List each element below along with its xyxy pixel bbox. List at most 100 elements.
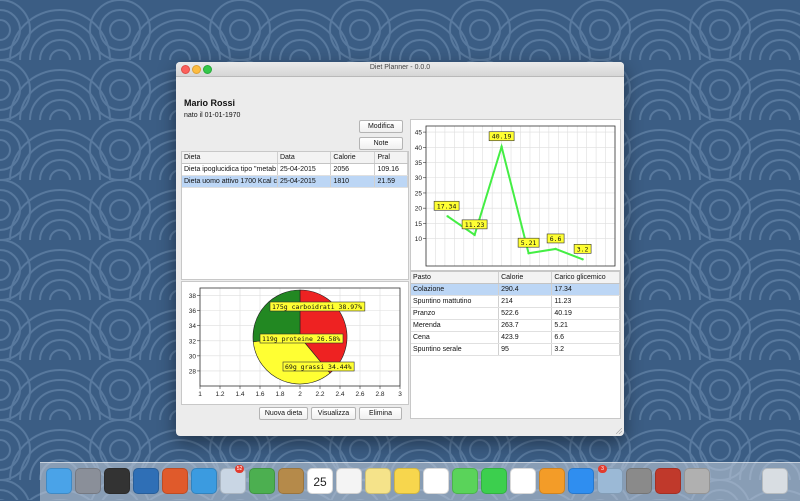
- table-row[interactable]: Dieta ipoglucidica tipo "metab 25-04-201…: [182, 163, 408, 176]
- modifica-button[interactable]: Modifica: [359, 120, 403, 133]
- macronutrient-pie-panel: 1 1.2 1.4 1.6 1.8 2 2.2 2.4 2.6 2.8 3 28 30 32 34 36 38 1…: [181, 281, 409, 405]
- reminders-icon[interactable]: [336, 468, 362, 494]
- y-tick-label: 34: [189, 323, 197, 330]
- data-label: 40.19: [492, 133, 512, 141]
- column-header-pral[interactable]: Pral: [374, 152, 408, 164]
- music-icon[interactable]: [510, 468, 536, 494]
- column-header-data[interactable]: Data: [277, 152, 332, 164]
- diet-planner-window: Diet Planner - 0.0.0 Mario Rossi nato il…: [176, 62, 624, 436]
- x-tick-label: 2.4: [335, 391, 344, 398]
- glycemic-load-chart-panel: 10 15 20 25 30 35 40 45 17.34 11.23 40.19 5.21 6.6 3.…: [410, 119, 621, 271]
- x-tick-label: 2.2: [315, 391, 324, 398]
- cell-calorie: 1810: [330, 175, 376, 188]
- appstore-icon[interactable]: [568, 468, 594, 494]
- glycemic-load-chart: 10 15 20 25 30 35 40 45 17.34 11.23 40.19 5.21 6.6 3.…: [415, 125, 616, 267]
- cell-carico-glicemico: 6.6: [551, 331, 620, 344]
- photo-booth-icon[interactable]: [655, 468, 681, 494]
- calendar-icon[interactable]: 25: [307, 468, 333, 494]
- cell-pasto: Colazione: [411, 283, 500, 296]
- column-header-calorie[interactable]: Calorie: [498, 272, 553, 284]
- cell-pasto: Spuntino serale: [411, 343, 500, 356]
- cell-calorie: 263.7: [498, 319, 553, 332]
- table-row[interactable]: Cena 423.9 6.6: [411, 331, 620, 344]
- visualizza-button[interactable]: Visualizza: [311, 407, 356, 420]
- facetime-icon[interactable]: [481, 468, 507, 494]
- y-tick-label: 25: [415, 190, 423, 197]
- cell-pral: 109.16: [374, 163, 408, 176]
- data-label: 11.23: [465, 221, 485, 229]
- table-row[interactable]: Dieta uomo attivo 1700 Kcal c 25-04-2015…: [182, 175, 408, 188]
- diet-table-header: Dieta Data Calorie Pral: [182, 152, 408, 164]
- data-label: 5.21: [521, 239, 537, 247]
- data-point: [554, 247, 557, 251]
- macronutrient-pie-chart: 1 1.2 1.4 1.6 1.8 2 2.2 2.4 2.6 2.8 3 28 30 32 34 36 38 1…: [189, 287, 402, 398]
- data-label: 17.34: [437, 202, 457, 210]
- resize-grip-icon[interactable]: [616, 428, 622, 434]
- table-row[interactable]: Pranzo 522.6 40.19: [411, 307, 620, 320]
- appstore-badge: 3: [598, 465, 607, 473]
- nuova-dieta-button[interactable]: Nuova dieta: [259, 407, 308, 420]
- y-tick-label: 30: [189, 353, 197, 360]
- y-tick-label: 38: [189, 293, 197, 300]
- safari-icon[interactable]: [191, 468, 217, 494]
- notes-icon[interactable]: [365, 468, 391, 494]
- y-tick-label: 10: [415, 236, 423, 243]
- x-tick-label: 2: [298, 391, 302, 398]
- data-point: [473, 233, 476, 237]
- column-header-calorie[interactable]: Calorie: [330, 152, 376, 164]
- mission-control-icon[interactable]: [104, 468, 130, 494]
- cell-pasto: Merenda: [411, 319, 500, 332]
- cell-carico-glicemico: 3.2: [551, 343, 620, 356]
- table-row[interactable]: Spuntino serale 95 3.2: [411, 343, 620, 356]
- finder-icon[interactable]: [46, 468, 72, 494]
- photos-icon[interactable]: [423, 468, 449, 494]
- cell-dieta: Dieta ipoglucidica tipo "metab: [182, 163, 278, 176]
- cell-pasto: Cena: [411, 331, 500, 344]
- y-tick-label: 28: [189, 368, 197, 375]
- cell-calorie: 290.4: [498, 283, 553, 296]
- contacts-icon[interactable]: [278, 468, 304, 494]
- x-tick-label: 1.4: [235, 391, 244, 398]
- elimina-button[interactable]: Elimina: [359, 407, 402, 420]
- ibooks-icon[interactable]: [539, 468, 565, 494]
- messages-icon[interactable]: [452, 468, 478, 494]
- y-tick-label: 30: [415, 175, 423, 182]
- system-preferences-icon[interactable]: [626, 468, 652, 494]
- stickies-icon[interactable]: [394, 468, 420, 494]
- cell-data: 25-04-2015: [277, 175, 332, 188]
- column-header-pasto[interactable]: Pasto: [411, 272, 500, 284]
- note-button[interactable]: Note: [359, 137, 403, 150]
- data-point: [446, 215, 449, 218]
- virtualbox-icon[interactable]: [133, 468, 159, 494]
- trash-icon[interactable]: [762, 468, 788, 494]
- table-row[interactable]: Merenda 263.7 5.21: [411, 319, 620, 332]
- column-header-carico-glicemico[interactable]: Carico glicemico: [551, 272, 620, 284]
- y-tick-label: 15: [415, 221, 423, 228]
- table-row[interactable]: Spuntino mattutino 214 11.23: [411, 295, 620, 308]
- patient-birth: nato il 01-01-1970: [184, 112, 241, 119]
- y-tick-label: 45: [415, 130, 423, 137]
- cell-data: 25-04-2015: [277, 163, 332, 176]
- numbers-icon[interactable]: [249, 468, 275, 494]
- script-editor-icon[interactable]: [684, 468, 710, 494]
- y-tick-label: 35: [415, 160, 423, 167]
- window-titlebar[interactable]: Diet Planner - 0.0.0: [176, 62, 624, 77]
- patient-name: Mario Rossi: [184, 98, 236, 108]
- data-point: [581, 258, 584, 261]
- bookmarks-icon[interactable]: [162, 468, 188, 494]
- cell-calorie: 214: [498, 295, 553, 308]
- cell-pral: 21.59: [374, 175, 408, 188]
- x-tick-label: 3: [398, 391, 402, 398]
- diet-table: Dieta Data Calorie Pral Dieta ipoglucidi…: [182, 152, 408, 188]
- table-row[interactable]: Colazione 290.4 17.34: [411, 283, 620, 296]
- x-tick-label: 1.8: [275, 391, 284, 398]
- launchpad-icon[interactable]: [75, 468, 101, 494]
- window-title: Diet Planner - 0.0.0: [369, 64, 431, 71]
- column-header-dieta[interactable]: Dieta: [182, 152, 278, 164]
- x-tick-label: 1.6: [255, 391, 264, 398]
- slice-label: 119g proteine 26.58%: [262, 335, 340, 343]
- cell-carico-glicemico: 11.23: [551, 295, 620, 308]
- cell-carico-glicemico: 40.19: [551, 307, 620, 320]
- x-tick-label: 1: [198, 391, 202, 398]
- x-tick-label: 1.2: [215, 391, 224, 398]
